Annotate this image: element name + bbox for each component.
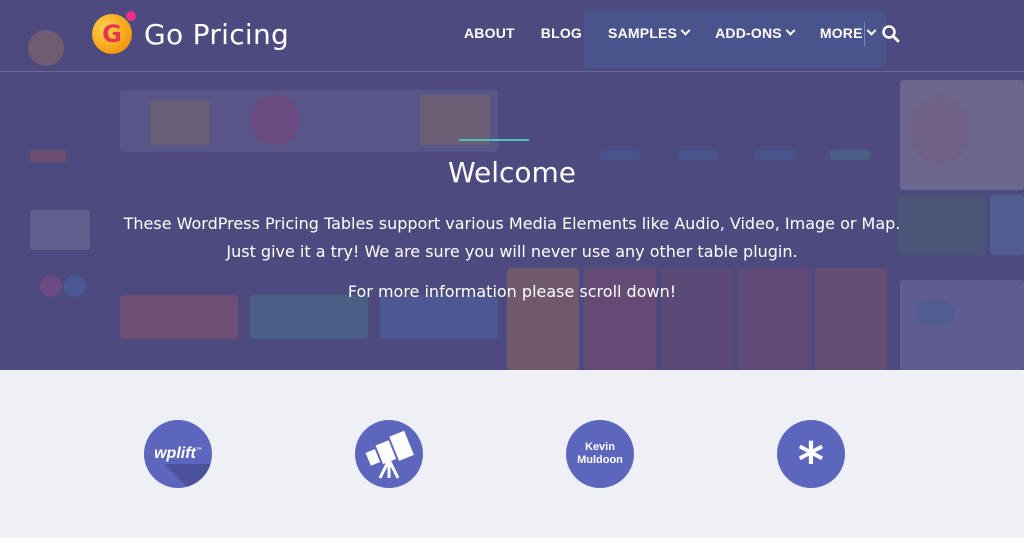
scroll-hint: For more information please scroll down! bbox=[347, 282, 677, 301]
site-logo[interactable]: G Go Pricing bbox=[92, 11, 290, 54]
kevin-line-2: Muldoon bbox=[577, 454, 623, 466]
main-nav: ABOUT BLOG SAMPLES ADD-ONS MORE bbox=[464, 25, 901, 41]
welcome-title: Welcome bbox=[447, 156, 577, 189]
logo-text: Go Pricing bbox=[144, 17, 290, 51]
logo-letter: G bbox=[102, 20, 122, 48]
partner-kevin-muldoon[interactable]: Kevin Muldoon bbox=[566, 420, 634, 488]
welcome-line-1: These WordPress Pricing Tables support v… bbox=[123, 214, 901, 233]
site-header: G Go Pricing ABOUT BLOG SAMPLES ADD-ONS … bbox=[0, 0, 1024, 72]
chevron-down-icon bbox=[866, 25, 877, 36]
welcome-line-2: Just give it a try! We are sure you will… bbox=[226, 242, 798, 261]
nav-more-label: MORE bbox=[819, 25, 863, 41]
title-accent-line bbox=[459, 139, 529, 141]
nav-about[interactable]: ABOUT bbox=[464, 25, 515, 41]
nav-add-ons[interactable]: ADD-ONS bbox=[715, 25, 796, 41]
nav-blog[interactable]: BLOG bbox=[541, 25, 582, 41]
partner-telescope[interactable] bbox=[355, 420, 423, 488]
hero-section: G Go Pricing ABOUT BLOG SAMPLES ADD-ONS … bbox=[0, 0, 1024, 370]
nav-blog-label: BLOG bbox=[540, 25, 583, 41]
nav-samples-label: SAMPLES bbox=[608, 25, 678, 41]
logo-dot bbox=[126, 11, 136, 21]
chevron-down-icon bbox=[785, 25, 796, 36]
nav-more[interactable]: MORE bbox=[819, 25, 877, 41]
chevron-down-icon bbox=[680, 25, 691, 36]
partner-asterisk[interactable]: * bbox=[777, 420, 845, 488]
kevin-muldoon-logo: Kevin Muldoon bbox=[577, 441, 623, 467]
kevin-line-1: Kevin bbox=[585, 441, 615, 453]
nav-divider bbox=[864, 22, 865, 46]
partner-wplift[interactable]: wplift™ bbox=[144, 420, 212, 488]
asterisk-icon: * bbox=[797, 432, 825, 488]
nav-add-ons-label: ADD-ONS bbox=[715, 25, 782, 41]
logo-icon: G bbox=[92, 11, 136, 54]
welcome-description: These WordPress Pricing Tables support v… bbox=[0, 210, 1024, 266]
wplift-logo-text: wplift™ bbox=[154, 445, 202, 462]
search-icon[interactable] bbox=[881, 24, 901, 44]
nav-samples[interactable]: SAMPLES bbox=[608, 25, 691, 41]
nav-about-label: ABOUT bbox=[464, 25, 515, 41]
telescope-icon bbox=[365, 430, 414, 479]
